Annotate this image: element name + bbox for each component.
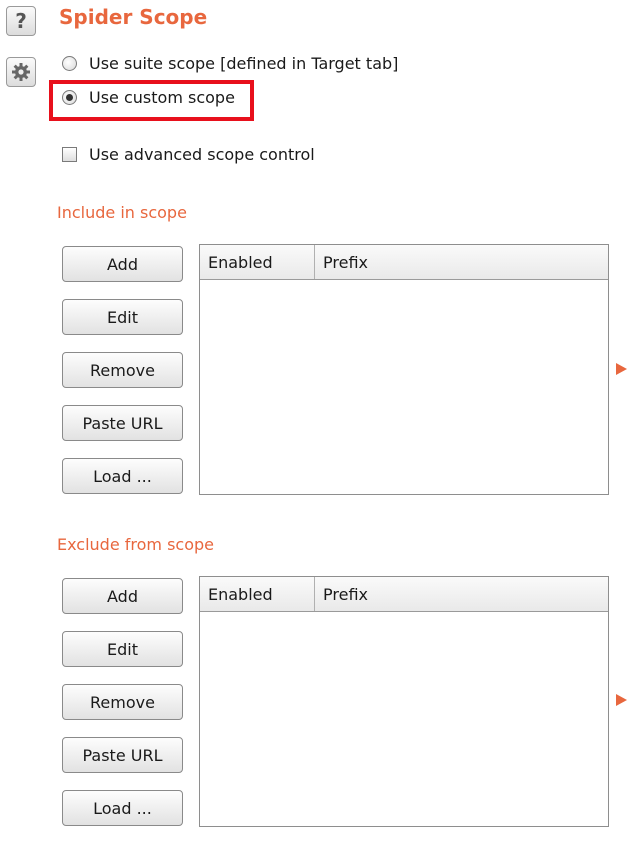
suite-scope-option[interactable]: Use suite scope [defined in Target tab]: [62, 54, 398, 73]
help-icon[interactable]: ?: [6, 6, 36, 36]
include-remove-button[interactable]: Remove: [62, 352, 183, 388]
advanced-scope-label: Use advanced scope control: [89, 145, 315, 164]
include-load-button[interactable]: Load ...: [62, 458, 183, 494]
include-expand-arrow-icon[interactable]: [616, 363, 627, 375]
exclude-prefix-column[interactable]: Prefix: [315, 577, 608, 611]
advanced-scope-option[interactable]: Use advanced scope control: [62, 145, 315, 164]
include-scope-label: Include in scope: [57, 203, 187, 222]
include-paste-url-button[interactable]: Paste URL: [62, 405, 183, 441]
exclude-remove-button[interactable]: Remove: [62, 684, 183, 720]
include-prefix-column[interactable]: Prefix: [315, 245, 608, 279]
advanced-scope-checkbox[interactable]: [62, 147, 77, 162]
exclude-enabled-column[interactable]: Enabled: [200, 577, 315, 611]
exclude-add-button[interactable]: Add: [62, 578, 183, 614]
include-enabled-column[interactable]: Enabled: [200, 245, 315, 279]
exclude-scope-table[interactable]: Enabled Prefix: [199, 576, 609, 827]
include-table-header: Enabled Prefix: [200, 245, 608, 280]
suite-scope-radio[interactable]: [62, 56, 77, 71]
include-scope-table[interactable]: Enabled Prefix: [199, 244, 609, 495]
include-edit-button[interactable]: Edit: [62, 299, 183, 335]
gear-icon[interactable]: [6, 57, 36, 87]
spider-scope-panel: ? Spider Scope Use suite scope [defined …: [0, 0, 643, 851]
exclude-scope-label: Exclude from scope: [57, 535, 215, 554]
include-add-button[interactable]: Add: [62, 246, 183, 282]
gear-glyph: [12, 63, 30, 81]
section-title: Spider Scope: [59, 5, 208, 29]
exclude-edit-button[interactable]: Edit: [62, 631, 183, 667]
exclude-expand-arrow-icon[interactable]: [616, 694, 627, 706]
exclude-paste-url-button[interactable]: Paste URL: [62, 737, 183, 773]
suite-scope-label: Use suite scope [defined in Target tab]: [89, 54, 399, 73]
exclude-table-header: Enabled Prefix: [200, 577, 608, 612]
exclude-load-button[interactable]: Load ...: [62, 790, 183, 826]
highlight-annotation-box: [49, 80, 254, 121]
